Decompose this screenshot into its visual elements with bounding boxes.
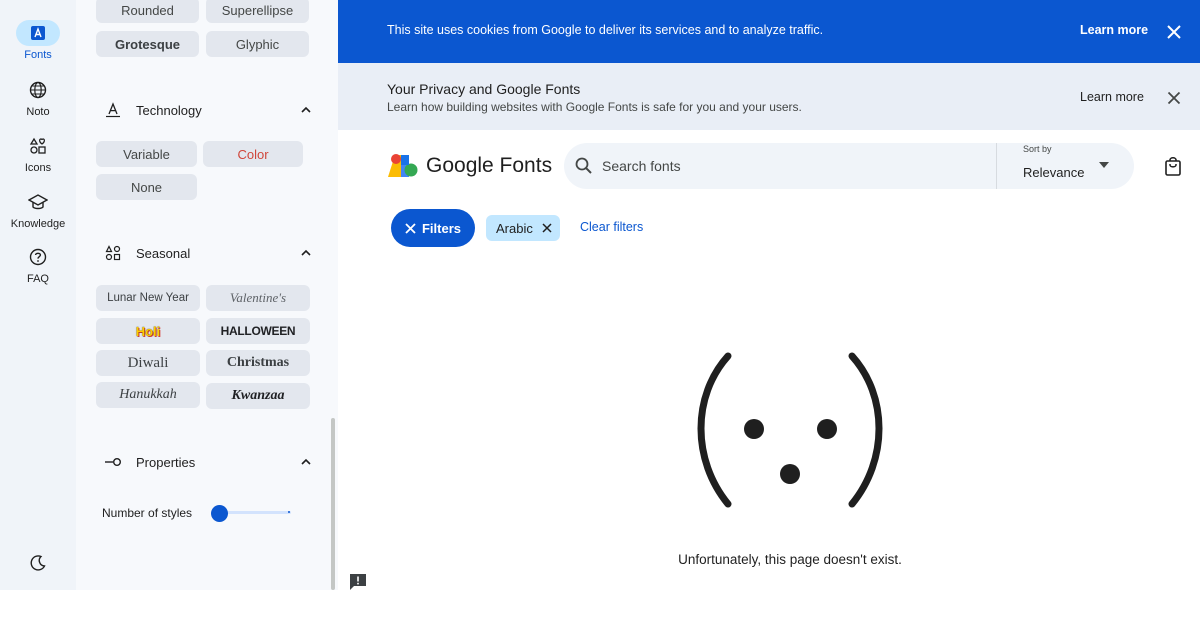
icons-icon (16, 133, 60, 159)
chip-christmas[interactable]: Christmas (206, 350, 310, 376)
rail-item-faq[interactable]: FAQ (0, 244, 76, 285)
graduation-cap-icon (16, 189, 60, 215)
google-fonts-logo[interactable] (388, 153, 418, 177)
properties-section-header[interactable]: Properties (104, 450, 311, 474)
chevron-up-icon (301, 106, 311, 113)
privacy-learn-more-link[interactable]: Learn more (1080, 90, 1144, 104)
search-icon (575, 157, 592, 174)
dropdown-caret-icon (1099, 162, 1109, 168)
clear-filters-link[interactable]: Clear filters (580, 220, 643, 234)
close-icon[interactable] (1164, 88, 1184, 108)
chevron-up-icon (301, 249, 311, 256)
seasonal-title: Seasonal (136, 245, 191, 261)
chip-superellipse[interactable]: Superellipse (206, 0, 309, 23)
close-icon[interactable] (1164, 22, 1184, 42)
panel-scrollbar[interactable] (331, 418, 335, 590)
filters-label: Filters (421, 220, 461, 236)
rail-item-knowledge[interactable]: Knowledge (0, 189, 76, 230)
sort-label: Sort by (1023, 144, 1052, 154)
rail-item-fonts[interactable]: Fonts (0, 20, 76, 61)
chip-variable[interactable]: Variable (96, 141, 197, 167)
privacy-subtitle: Learn how building websites with Google … (387, 100, 802, 114)
sort-dropdown[interactable]: Sort by Relevance (996, 143, 1134, 189)
filter-panel: Rounded Superellipse Grotesque Glyphic T… (76, 0, 338, 590)
technology-title: Technology (136, 102, 202, 118)
shopping-bag-icon[interactable] (1164, 156, 1182, 176)
slider-end-tick (288, 511, 290, 513)
seasonal-section-header[interactable]: Seasonal (104, 241, 311, 265)
remove-filter-icon[interactable] (542, 223, 552, 233)
globe-icon (16, 77, 60, 103)
navigation-rail: Fonts Noto Icons Knowledge FAQ (0, 0, 76, 590)
active-filter-chip[interactable]: Arabic (486, 215, 560, 241)
rail-label-faq: FAQ (26, 273, 49, 285)
search-bar: Sort by Relevance (564, 143, 1134, 189)
sort-value: Relevance (1023, 165, 1085, 180)
rail-item-noto[interactable]: Noto (0, 77, 76, 118)
theme-toggle[interactable] (0, 550, 76, 576)
chip-holi[interactable]: Holi (96, 318, 200, 344)
cookie-banner: This site uses cookies from Google to de… (338, 0, 1200, 63)
close-icon (405, 222, 416, 234)
moon-icon (16, 550, 60, 576)
sad-face-illustration (697, 352, 883, 508)
chip-diwali[interactable]: Diwali (96, 350, 200, 376)
cookie-learn-more-link[interactable]: Learn more (1080, 23, 1148, 37)
chip-valentines[interactable]: Valentine's (206, 285, 310, 311)
fonts-icon (16, 20, 60, 46)
rail-item-icons[interactable]: Icons (0, 133, 76, 174)
cookie-message: This site uses cookies from Google to de… (387, 23, 824, 37)
feedback-icon[interactable] (348, 572, 368, 592)
chip-none[interactable]: None (96, 174, 197, 200)
error-message: Unfortunately, this page doesn't exist. (678, 552, 902, 567)
help-icon (16, 244, 60, 270)
slider-thumb[interactable] (211, 505, 228, 522)
chip-rounded[interactable]: Rounded (96, 0, 199, 23)
chip-kwanzaa[interactable]: Kwanzaa (206, 383, 310, 409)
chip-grotesque[interactable]: Grotesque (96, 31, 199, 57)
technology-icon (104, 101, 122, 119)
chip-lunar-new-year[interactable]: Lunar New Year (96, 285, 200, 311)
technology-section-header[interactable]: Technology (104, 98, 311, 122)
rail-label-icons: Icons (24, 162, 52, 174)
rail-label-noto: Noto (26, 106, 50, 118)
chip-glyphic[interactable]: Glyphic (206, 31, 309, 57)
chip-hanukkah[interactable]: Hanukkah (96, 382, 200, 408)
privacy-banner: Your Privacy and Google Fonts Learn how … (338, 63, 1200, 130)
properties-title: Properties (136, 454, 196, 470)
active-filter-label: Arabic (496, 220, 533, 236)
properties-icon (104, 453, 122, 471)
number-of-styles-label: Number of styles (102, 506, 193, 520)
chevron-up-icon (301, 458, 311, 465)
search-input[interactable] (602, 153, 982, 179)
chip-color[interactable]: Color (203, 141, 303, 167)
filters-button[interactable]: Filters (391, 209, 475, 247)
privacy-title: Your Privacy and Google Fonts (387, 81, 581, 97)
number-of-styles-slider[interactable] (211, 504, 293, 522)
rail-label-knowledge: Knowledge (10, 218, 66, 230)
brand-title[interactable]: Google Fonts (426, 154, 552, 178)
chip-halloween[interactable]: HALLOWEEN (206, 318, 310, 344)
rail-label-fonts: Fonts (24, 49, 52, 61)
seasonal-icon (104, 244, 122, 262)
slider-track (219, 511, 291, 514)
